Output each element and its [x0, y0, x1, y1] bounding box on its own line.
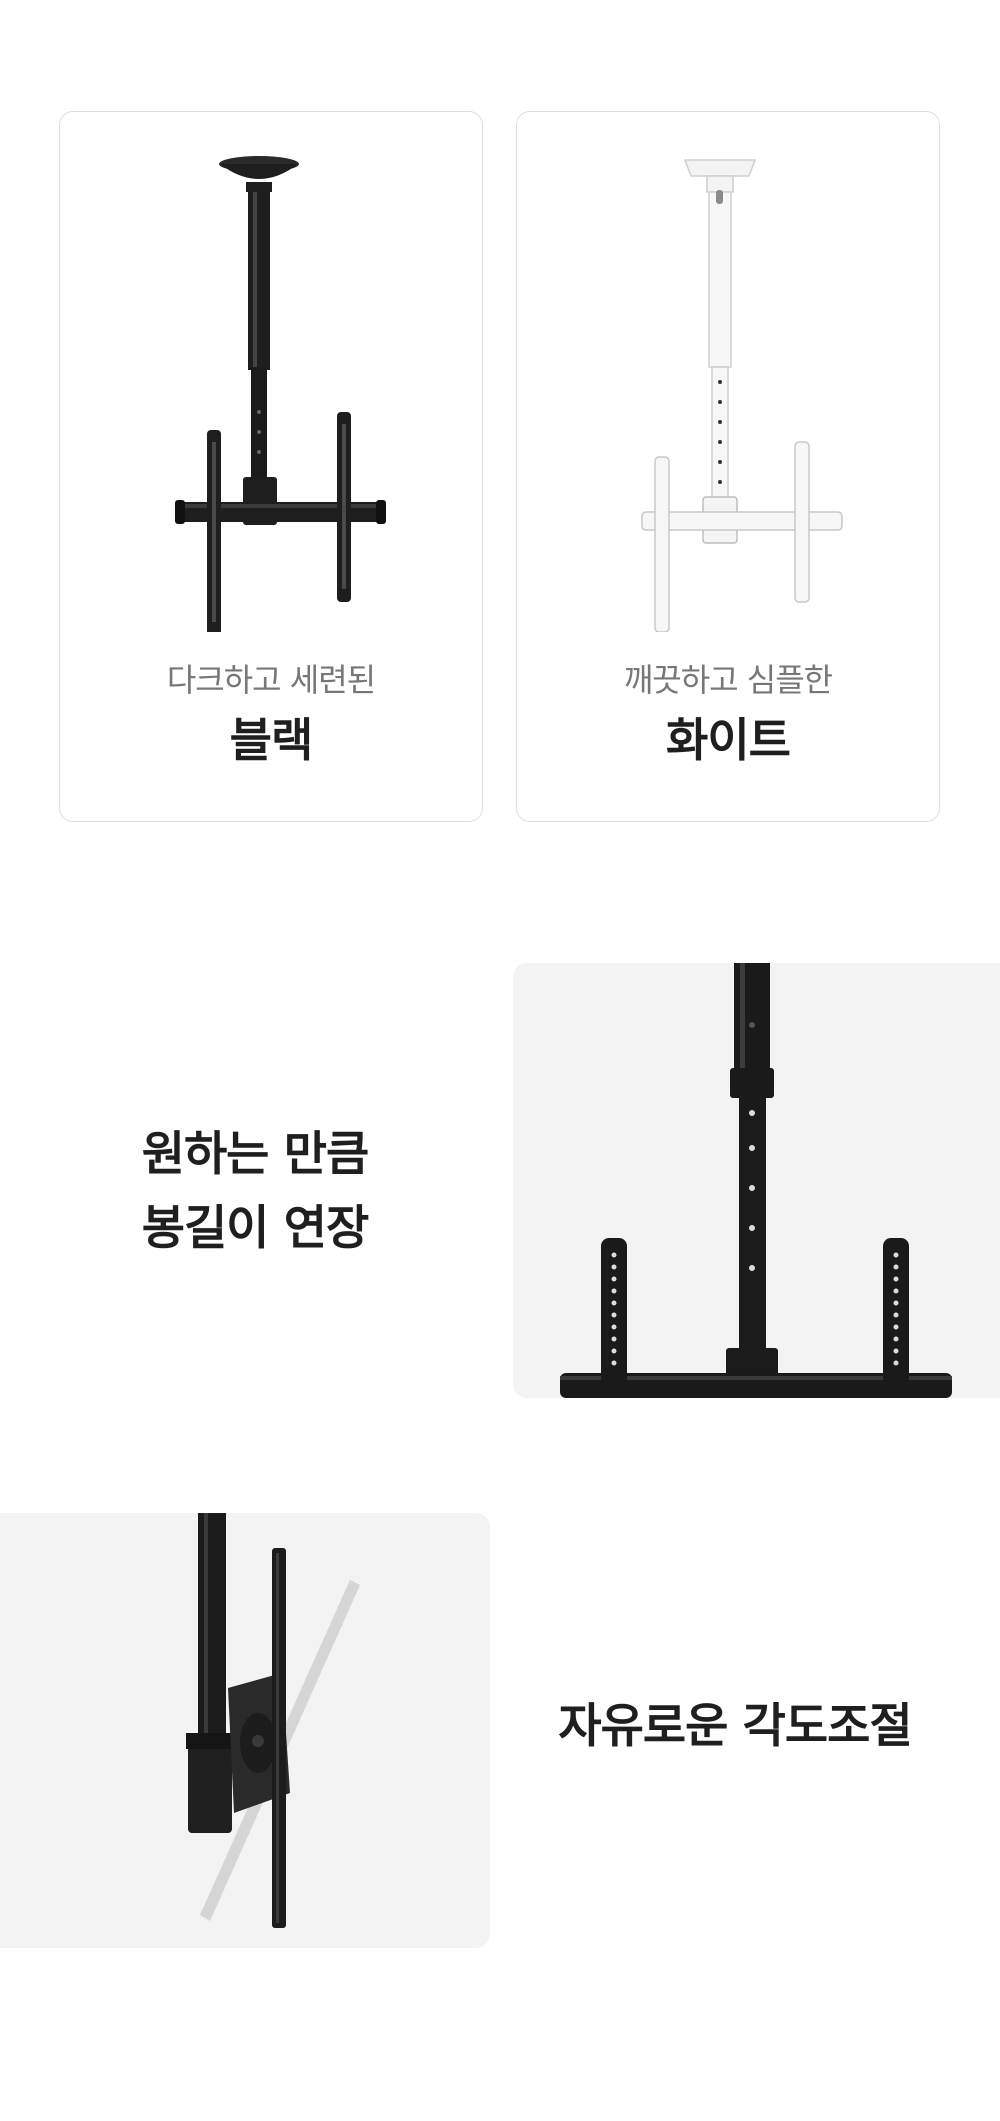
extension-feature-line1: 원하는 만큼: [141, 1127, 370, 1182]
product-card-black[interactable]: 다크하고 세련된 블랙: [59, 111, 483, 822]
angle-adjust-image: [0, 1513, 490, 1948]
pole-extension-image: [513, 963, 1000, 1398]
angle-feature-text: 자유로운 각도조절: [558, 1699, 912, 1754]
product-card-white[interactable]: 깨끗하고 심플한 화이트: [516, 111, 940, 822]
angle-adjust-illustration: [186, 1513, 360, 1928]
product-subtitle: 다크하고 세련된: [166, 661, 376, 699]
product-title: 화이트: [666, 713, 791, 767]
product-subtitle: 깨끗하고 심플한: [623, 661, 833, 699]
extension-feature-text: 원하는 만큼 봉길이 연장: [60, 1118, 450, 1266]
black-ceiling-mount-image: [175, 156, 386, 632]
white-ceiling-mount-image: [641, 159, 843, 632]
product-title: 블랙: [229, 713, 314, 767]
extension-feature-line2: 봉길이 연장: [141, 1201, 370, 1256]
pole-extension-illustration: [560, 963, 952, 1398]
